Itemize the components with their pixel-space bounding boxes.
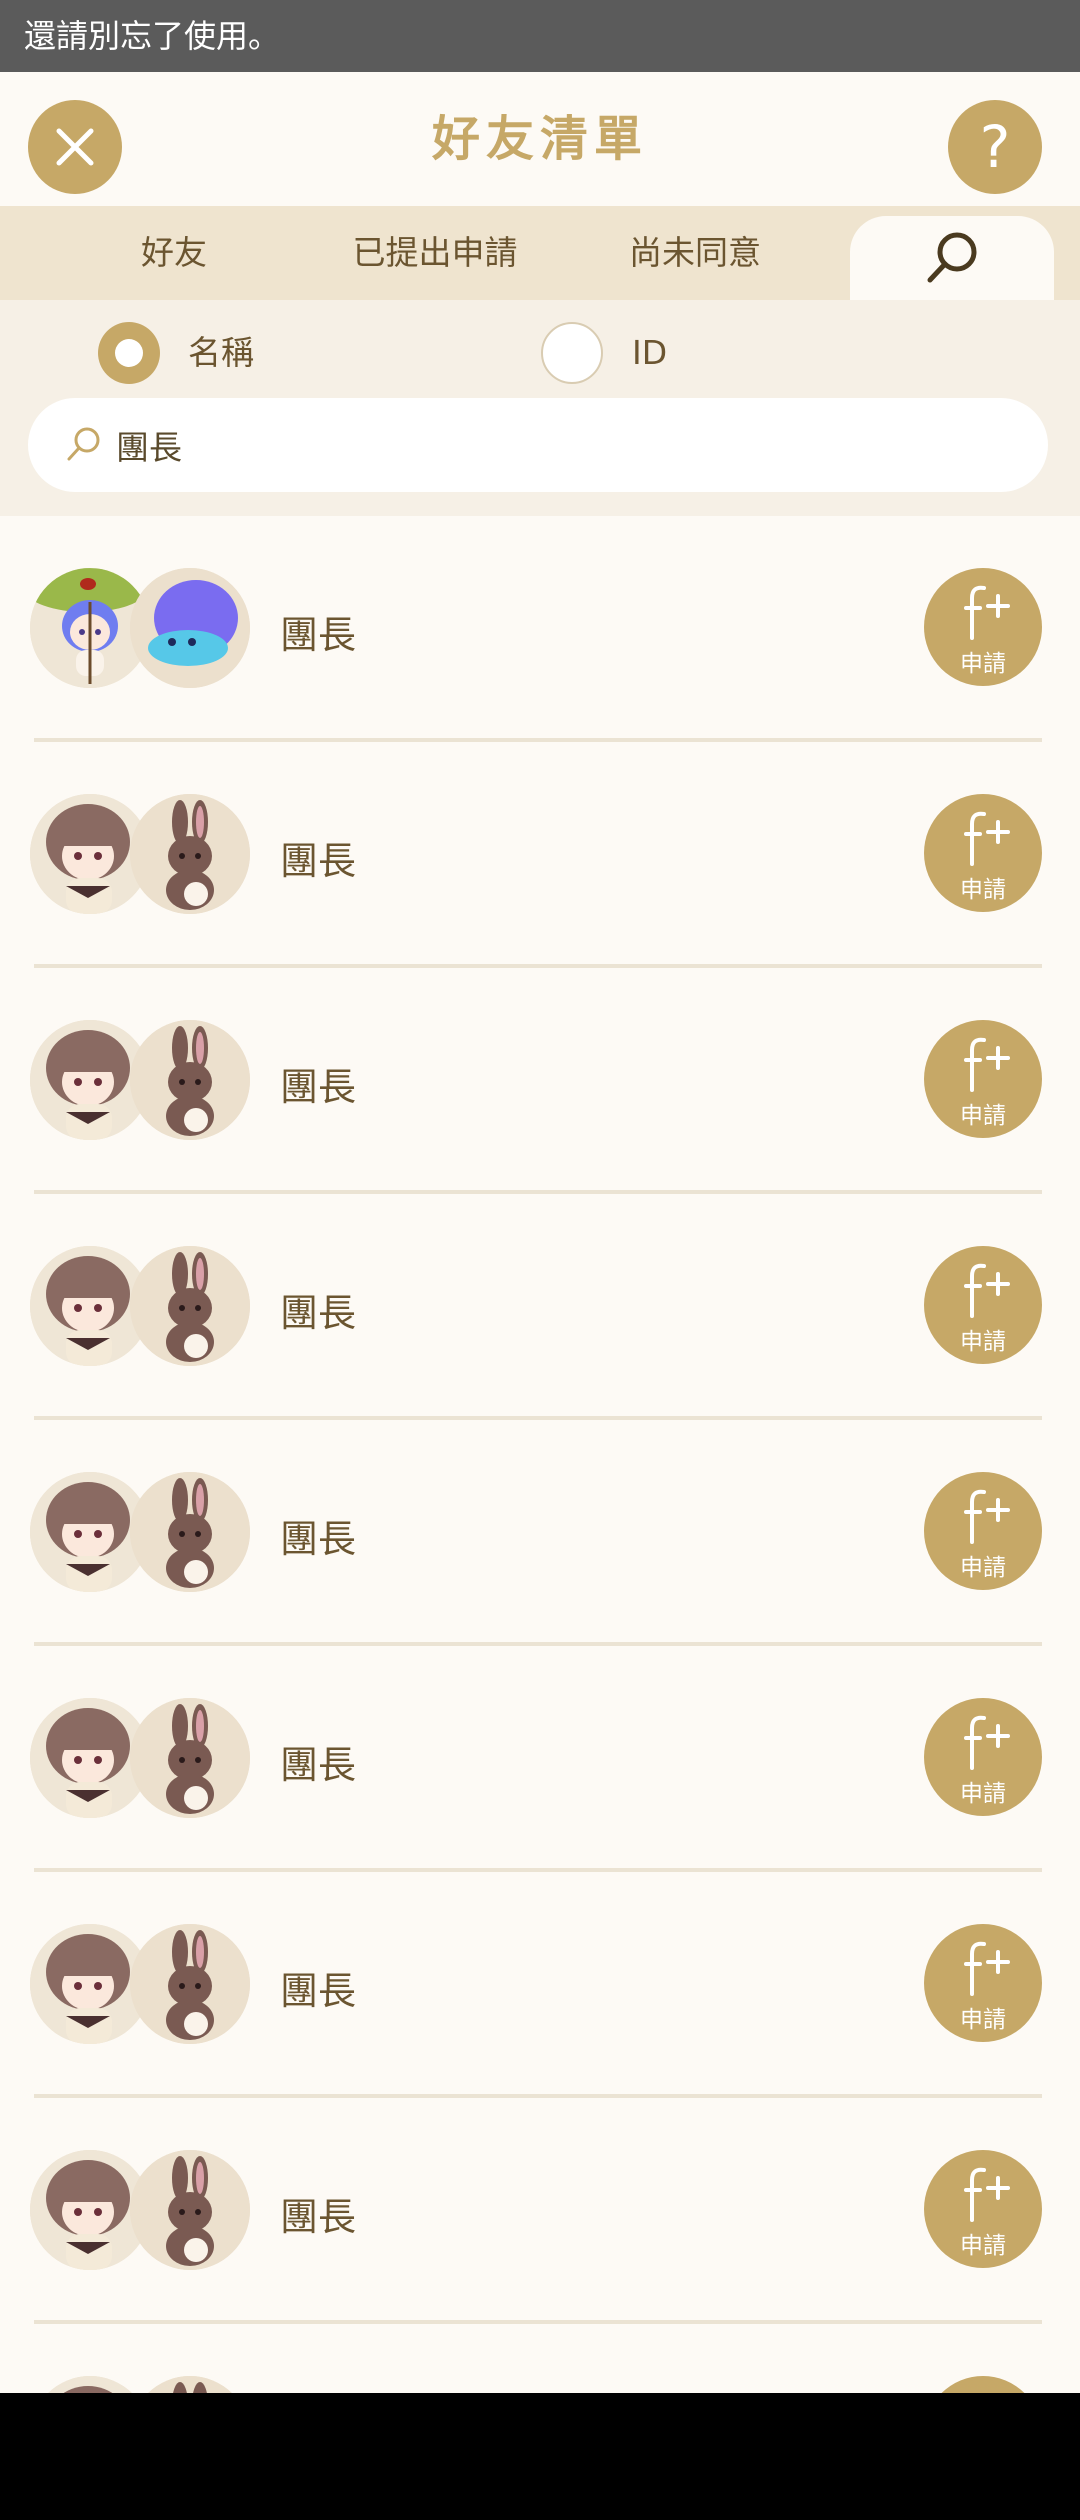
apply-label: 申請 [960, 1555, 1006, 1581]
tab-search[interactable] [850, 216, 1054, 300]
add-friend-icon [964, 1263, 1010, 1318]
companion-image [130, 2150, 250, 2270]
list-item: 團長 申請 [0, 2324, 1080, 2393]
apply-label: 申請 [960, 2007, 1006, 2033]
companion-image [130, 1924, 250, 2044]
apply-label: 申請 [960, 877, 1006, 903]
apply-friend-button[interactable]: 申請 [924, 1246, 1042, 1364]
question-icon: ? [979, 113, 1011, 181]
page-title: 好友清單 [431, 111, 648, 167]
add-friend-icon [964, 1715, 1010, 1770]
tab-bar: 好友 已提出申請 尚未同意 [0, 206, 1080, 300]
apply-label: 申請 [960, 1329, 1006, 1355]
add-friend-icon [964, 1489, 1010, 1544]
search-input[interactable] [116, 398, 1016, 492]
add-friend-icon [964, 2167, 1010, 2222]
companion-image [130, 1020, 250, 1140]
close-button[interactable] [28, 100, 122, 194]
apply-friend-button[interactable]: 申請 [924, 1924, 1042, 2042]
avatar-brown-bunny[interactable] [130, 1246, 250, 1366]
list-item: 團長 申請 [0, 1646, 1080, 1872]
help-button[interactable]: ? [948, 100, 1042, 194]
apply-friend-button[interactable]: 申請 [924, 2150, 1042, 2268]
avatar-brown-bunny[interactable] [130, 1020, 250, 1140]
apply-friend-button[interactable]: 申請 [924, 1698, 1042, 1816]
result-list: 團長 申請 團長 申請 團長 申請 團長 申請 團長 申請 團長 申請 團長 申… [0, 516, 1080, 2393]
apply-friend-button[interactable]: 申請 [924, 568, 1042, 686]
row-name: 團長 [280, 1291, 357, 1335]
companion-image [130, 1472, 250, 1592]
tab-pending[interactable]: 尚未同意 [590, 206, 800, 300]
apply-friend-button[interactable]: 申請 [924, 1020, 1042, 1138]
avatar-brown-bunny[interactable] [130, 1698, 250, 1818]
avatar-brown-hair-girl[interactable] [30, 2376, 150, 2393]
list-item: 團長 申請 [0, 1872, 1080, 2098]
radio-id-label[interactable]: ID [632, 322, 667, 384]
search-box[interactable] [28, 398, 1048, 492]
radio-name[interactable] [98, 322, 160, 384]
row-name: 團長 [280, 1065, 357, 1109]
row-name: 團長 [280, 1969, 357, 2013]
apply-friend-button[interactable]: 申請 [924, 2376, 1042, 2393]
add-friend-icon [964, 585, 1010, 640]
avatar-blue-creature[interactable] [130, 568, 250, 688]
radio-name-label[interactable]: 名稱 [188, 322, 254, 384]
companion-image [130, 1698, 250, 1818]
radio-id[interactable] [541, 322, 603, 384]
add-friend-icon [964, 1941, 1010, 1996]
row-name: 團長 [280, 1743, 357, 1787]
apply-friend-button[interactable]: 申請 [924, 1472, 1042, 1590]
avatar-brown-bunny[interactable] [130, 1924, 250, 2044]
list-item: 團長 申請 [0, 516, 1080, 742]
companion-image [130, 568, 250, 688]
apply-label: 申請 [960, 1781, 1006, 1807]
row-name: 團長 [280, 613, 357, 657]
toast-message: 還請別忘了使用。 [0, 0, 1080, 72]
tab-friends[interactable]: 好友 [74, 206, 274, 300]
tab-sent-requests[interactable]: 已提出申請 [330, 206, 540, 300]
search-icon [927, 232, 977, 283]
add-friend-icon [964, 1037, 1010, 1092]
add-friend-icon [964, 811, 1010, 866]
apply-label: 申請 [960, 1103, 1006, 1129]
list-item: 團長 申請 [0, 1194, 1080, 1420]
close-icon [56, 128, 94, 166]
avatar-brown-bunny[interactable] [130, 1472, 250, 1592]
companion-image [130, 1246, 250, 1366]
apply-friend-button[interactable]: 申請 [924, 794, 1042, 912]
list-item: 團長 申請 [0, 1420, 1080, 1646]
apply-label: 申請 [960, 651, 1006, 677]
apply-label: 申請 [960, 2233, 1006, 2259]
row-name: 團長 [280, 839, 357, 883]
friend-list-screen: 還請別忘了使用。 好友清單 ? 好友 已提出申請 尚未同意 名稱 ID 團長 團… [0, 0, 1080, 2393]
row-name: 團長 [280, 2195, 357, 2239]
list-item: 團長 申請 [0, 968, 1080, 1194]
header: 好友清單 ? [0, 72, 1080, 206]
list-item: 團長 申請 [0, 2098, 1080, 2324]
avatar-brown-bunny[interactable] [130, 2376, 250, 2393]
list-item: 團長 申請 [0, 742, 1080, 968]
companion-image [130, 794, 250, 914]
companion-image [130, 2376, 250, 2393]
row-name: 團長 [280, 1517, 357, 1561]
search-icon [67, 427, 100, 461]
avatar-image [30, 2376, 150, 2393]
avatar-brown-bunny[interactable] [130, 794, 250, 914]
avatar-brown-bunny[interactable] [130, 2150, 250, 2270]
search-filter: 名稱 ID [0, 300, 1080, 516]
